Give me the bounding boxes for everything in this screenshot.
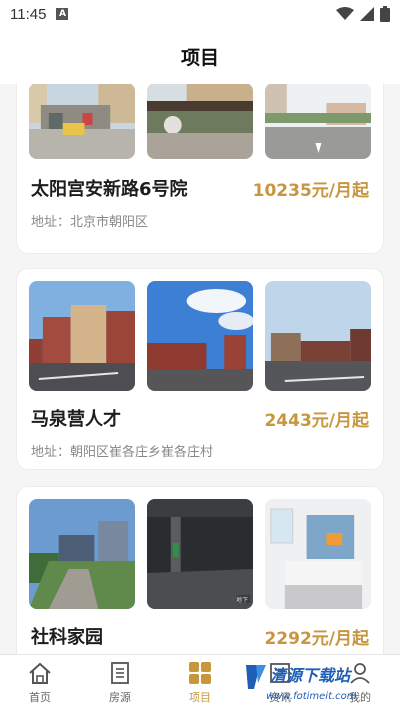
project-photo — [265, 281, 371, 391]
tab-label: 项目 — [189, 691, 211, 704]
project-name: 社科家园 — [31, 627, 103, 648]
project-photo — [265, 499, 371, 609]
status-bar: 11:45 A — [0, 0, 400, 28]
project-price: 2443元/月起 — [264, 410, 369, 431]
home-icon — [29, 662, 51, 684]
grid-icon — [189, 662, 211, 684]
battery-icon — [380, 6, 390, 22]
project-photo: 地下 — [147, 499, 253, 609]
watermark-url: www.fotimeit.com — [266, 691, 357, 702]
project-photo — [29, 281, 135, 391]
project-name: 马泉营人才 — [31, 409, 121, 430]
building-icon — [111, 662, 129, 684]
page-title: 项目 — [180, 46, 219, 69]
photo-caption: 地下 — [236, 596, 248, 604]
project-price: 10235元/月起 — [252, 180, 369, 201]
status-time: 11:45 — [10, 5, 47, 23]
project-address: 地址：北京市朝阳区 — [31, 215, 149, 230]
project-list[interactable]: 太阳宫安新路6号院 10235元/月起 地址：北京市朝阳区 马泉营人才 2443… — [0, 84, 400, 654]
project-address: 地址：朝阳区崔各庄乡崔各庄村 — [31, 445, 214, 460]
page-header: 项目 — [0, 28, 400, 84]
watermark-title: 清源下载站 — [270, 666, 353, 685]
watermark-logo: 清源下载站 www.fotimeit.com — [246, 665, 357, 702]
app-notification-icon: A — [56, 8, 69, 20]
tab-listings[interactable]: 房源 — [80, 655, 160, 711]
project-photo — [147, 84, 253, 159]
project-photo — [29, 499, 135, 609]
project-card[interactable]: 马泉营人才 2443元/月起 地址：朝阳区崔各庄乡崔各庄村 — [16, 268, 384, 470]
project-card[interactable]: 地下 社科家园 2292元/月起 — [16, 486, 384, 654]
project-photo — [147, 281, 253, 391]
tab-home[interactable]: 首页 — [0, 655, 80, 711]
project-photo — [265, 84, 371, 159]
tab-label: 房源 — [109, 691, 131, 704]
tab-projects[interactable]: 项目 — [160, 655, 240, 711]
project-photo — [29, 84, 135, 159]
signal-icon — [360, 7, 374, 21]
project-card[interactable]: 太阳宫安新路6号院 10235元/月起 地址：北京市朝阳区 — [16, 84, 384, 254]
project-name: 太阳宫安新路6号院 — [31, 179, 188, 200]
project-price: 2292元/月起 — [264, 628, 369, 649]
tab-label: 首页 — [29, 691, 51, 704]
wifi-icon — [336, 7, 354, 20]
